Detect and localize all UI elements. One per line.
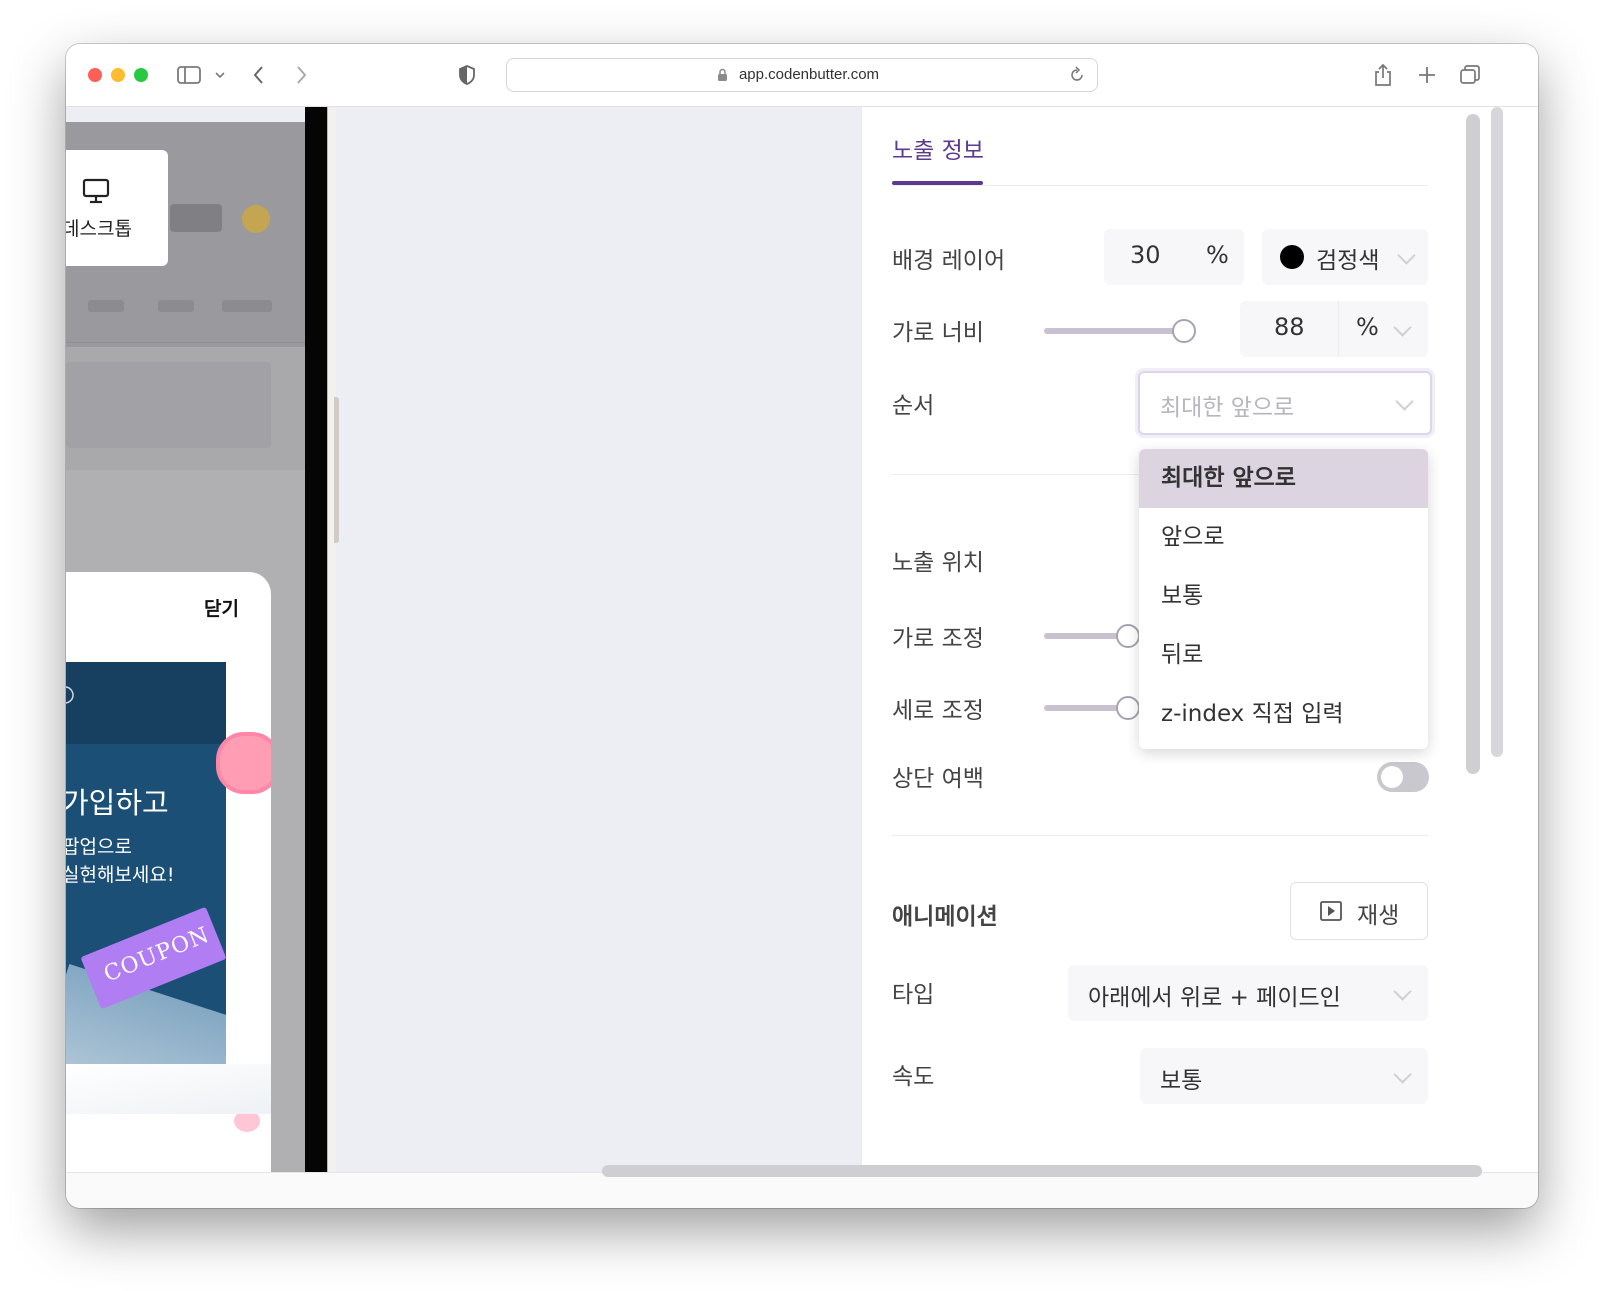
width-value: 88 [1274, 313, 1305, 341]
settings-panel: 노출 정보 배경 레이어 30 % 검정색 가로 너비 88 % 순서 최대한 … [861, 107, 1472, 1172]
back-icon[interactable] [250, 62, 268, 88]
banner-line-2: 실현해보세요! [66, 864, 175, 886]
order-selected-value: 최대한 앞으로 [1160, 395, 1295, 421]
browser-toolbar: app.codenbutter.com [66, 44, 1538, 107]
order-option-back[interactable]: 뒤로 [1139, 626, 1428, 685]
horizontal-scroll-area [66, 1172, 1538, 1208]
background-opacity-value: 30 [1130, 241, 1161, 269]
background-layer-label: 배경 레이어 [892, 248, 1006, 274]
animation-type-label: 타입 [892, 982, 935, 1008]
animation-section-title: 애니메이션 [892, 904, 998, 930]
popup-close-button[interactable]: 닫기 [204, 594, 239, 621]
tab-overview-icon[interactable] [1458, 62, 1482, 88]
width-slider-handle[interactable] [1172, 319, 1196, 343]
section-divider [892, 835, 1428, 836]
chevron-down-icon [1397, 246, 1416, 265]
panel-scrollbar[interactable] [1466, 114, 1480, 774]
monitor-icon [82, 178, 110, 204]
vertical-adjust-label: 세로 조정 [892, 698, 984, 724]
width-slider-track[interactable] [1044, 328, 1184, 334]
nav-placeholder [158, 300, 194, 312]
order-option-normal[interactable]: 보통 [1139, 567, 1428, 626]
position-label: 노출 위치 [892, 550, 984, 576]
chevron-down-icon[interactable] [214, 62, 226, 88]
envelope-bottom [66, 1064, 271, 1114]
animation-type-value: 아래에서 위로 + 페이드인 [1088, 985, 1341, 1011]
search-placeholder [66, 362, 271, 448]
header-divider [66, 342, 305, 343]
order-dropdown-menu: 최대한 앞으로 앞으로 보통 뒤로 z-index 직접 입력 [1139, 449, 1428, 749]
horizontal-adjust-label: 가로 조정 [892, 626, 984, 652]
shield-icon[interactable] [456, 62, 478, 88]
vertical-slider-handle[interactable] [1116, 696, 1140, 720]
toggle-knob [1381, 766, 1403, 788]
chevron-down-icon [1393, 982, 1412, 1001]
order-label: 순서 [892, 393, 935, 419]
background-opacity-input[interactable]: 30 % [1104, 229, 1244, 285]
width-label: 가로 너비 [892, 320, 984, 346]
play-label: 재생 [1357, 903, 1400, 929]
forward-icon[interactable] [292, 62, 310, 88]
tab-divider [892, 185, 1428, 186]
new-tab-icon[interactable] [1416, 62, 1438, 88]
url-text: app.codenbutter.com [738, 66, 880, 83]
pink-clip-shape [216, 732, 271, 794]
ring-icon [66, 686, 74, 704]
horizontal-slider-handle[interactable] [1116, 624, 1140, 648]
top-margin-label: 상단 여백 [892, 766, 984, 792]
order-option-front[interactable]: 앞으로 [1139, 508, 1428, 567]
window-scrollbar[interactable] [1491, 107, 1503, 757]
order-option-frontmost[interactable]: 최대한 앞으로 [1139, 449, 1428, 508]
background-color-select[interactable]: 검정색 [1262, 229, 1428, 285]
share-icon[interactable] [1372, 62, 1394, 88]
order-option-zindex[interactable]: z-index 직접 입력 [1139, 685, 1428, 744]
play-icon [1320, 901, 1342, 921]
width-unit: % [1356, 313, 1379, 341]
popup-modal: 닫기 가입하고 팝업으로 실현해보세요! COUPON [66, 572, 271, 1172]
width-input-divider [1338, 301, 1339, 357]
avatar [242, 205, 270, 233]
address-bar[interactable]: app.codenbutter.com [506, 58, 1098, 92]
lock-icon [718, 68, 727, 81]
device-label: 데스크톱 [66, 218, 132, 240]
nav-placeholder [88, 300, 124, 312]
tab-display-info[interactable]: 노출 정보 [892, 131, 984, 165]
close-window-button[interactable] [88, 68, 102, 82]
device-bezel-edge [327, 107, 336, 1172]
popup-banner: 가입하고 팝업으로 실현해보세요! COUPON [66, 662, 226, 1087]
horizontal-scrollbar[interactable] [602, 1165, 1482, 1177]
background-color-name: 검정색 [1316, 248, 1380, 274]
chevron-down-icon [1393, 318, 1412, 337]
minimize-window-button[interactable] [111, 68, 125, 82]
banner-title: 가입하고 [66, 786, 169, 820]
sidebar-icon[interactable] [176, 62, 202, 88]
chevron-down-icon [1395, 392, 1414, 411]
chevron-down-icon [1393, 1065, 1412, 1084]
top-margin-toggle[interactable] [1377, 762, 1429, 792]
animation-speed-label: 속도 [892, 1064, 935, 1090]
device-bezel [305, 107, 327, 1172]
color-swatch [1280, 245, 1304, 269]
device-screen: 닫기 가입하고 팝업으로 실현해보세요! COUPON 데스크톱 [66, 122, 305, 1172]
banner-top [66, 662, 226, 744]
preview-canvas: 닫기 가입하고 팝업으로 실현해보세요! COUPON 데스크톱 [66, 107, 880, 1172]
order-select[interactable]: 최대한 앞으로 [1138, 371, 1432, 435]
zoom-window-button[interactable] [134, 68, 148, 82]
nav-placeholder [222, 300, 272, 312]
header-placeholder-block [170, 204, 222, 232]
animation-speed-select[interactable]: 보통 [1140, 1048, 1428, 1104]
device-side-button [334, 397, 339, 543]
coupon-text: COUPON [100, 922, 214, 988]
animation-play-button[interactable]: 재생 [1290, 882, 1428, 940]
width-input[interactable]: 88 % [1240, 301, 1428, 357]
animation-type-select[interactable]: 아래에서 위로 + 페이드인 [1068, 965, 1428, 1021]
banner-line-1: 팝업으로 [66, 836, 132, 858]
browser-window: app.codenbutter.com 닫기 가입하고 팝업으로 실현해보세요!… [66, 44, 1538, 1208]
device-toggle-desktop[interactable]: 데스크톱 [66, 150, 168, 266]
animation-speed-value: 보통 [1160, 1068, 1203, 1094]
reload-icon[interactable] [1069, 66, 1085, 84]
background-opacity-unit: % [1206, 241, 1229, 269]
